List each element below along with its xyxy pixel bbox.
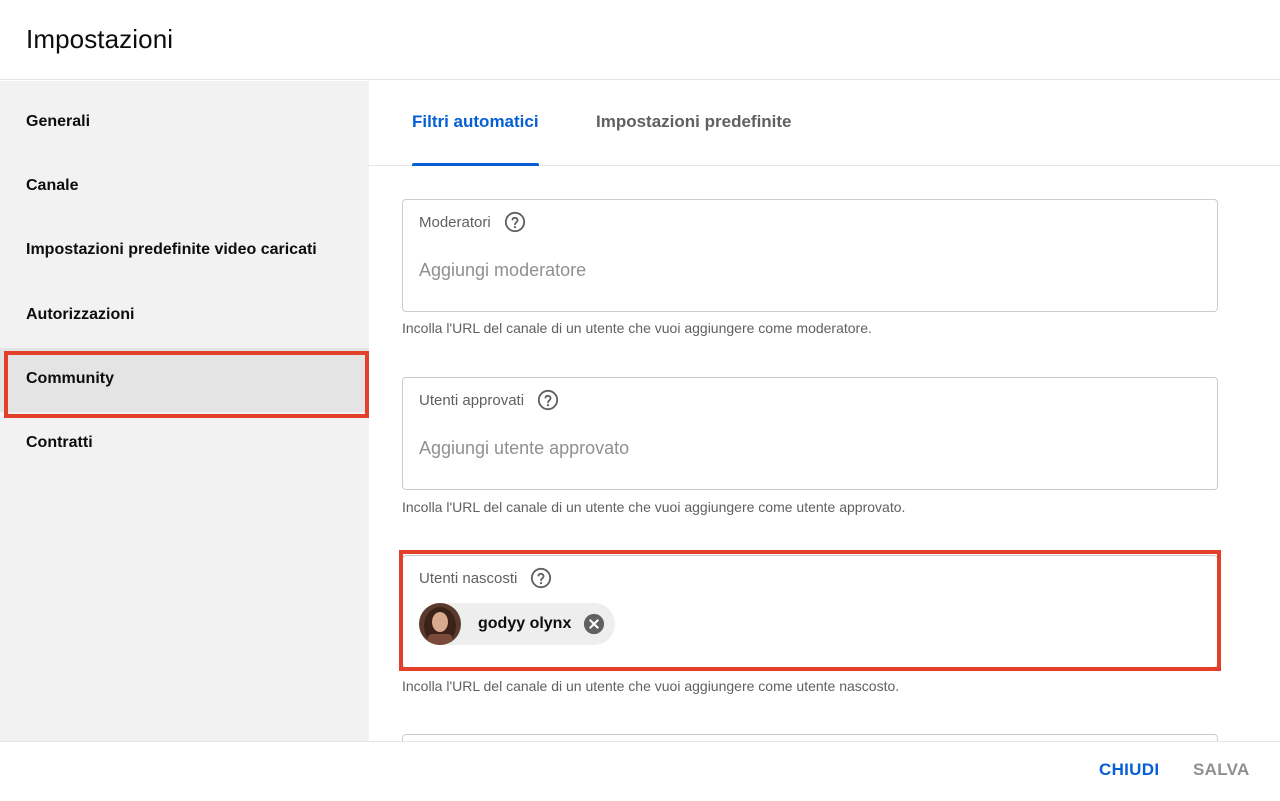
dialog-footer: CHIUDI SALVA — [0, 741, 1280, 801]
field-label: Moderatori — [419, 211, 526, 233]
approved-users-field: Utenti approvati — [402, 377, 1218, 490]
sidebar-item-autorizzazioni[interactable]: Autorizzazioni — [0, 284, 369, 348]
sidebar-item-label: Autorizzazioni — [26, 306, 135, 323]
settings-content: Filtri automatici Impostazioni predefini… — [369, 81, 1280, 741]
moderators-input[interactable] — [419, 256, 1179, 284]
tab-label: Filtri automatici — [412, 111, 539, 131]
help-icon[interactable] — [537, 389, 559, 411]
moderators-hint: Incolla l'URL del canale di un utente ch… — [402, 320, 872, 336]
chip-label: godyy olynx — [478, 615, 572, 632]
close-button[interactable]: CHIUDI — [1099, 760, 1159, 780]
moderators-field: Moderatori — [402, 199, 1218, 312]
next-field-partial — [402, 734, 1218, 741]
settings-sidebar: Generali Canale Impostazioni predefinite… — [0, 81, 369, 741]
field-label: Utenti approvati — [419, 389, 559, 411]
hidden-user-chip: godyy olynx — [419, 603, 616, 645]
hidden-users-label: Utenti nascosti — [419, 569, 518, 587]
page-title: Impostazioni — [26, 24, 174, 54]
user-avatar — [419, 603, 461, 645]
approved-users-input[interactable] — [419, 434, 1179, 462]
save-button[interactable]: SALVA — [1193, 760, 1250, 780]
approved-users-hint: Incolla l'URL del canale di un utente ch… — [402, 499, 906, 515]
sidebar-item-label: Canale — [26, 177, 79, 194]
moderators-label: Moderatori — [419, 213, 491, 231]
sidebar-item-label: Impostazioni predefinite video caricati — [26, 241, 317, 258]
tab-defaults[interactable]: Impostazioni predefinite — [596, 81, 792, 166]
approved-users-label: Utenti approvati — [419, 391, 525, 409]
hidden-users-hint: Incolla l'URL del canale di un utente ch… — [402, 678, 900, 694]
sidebar-item-contratti[interactable]: Contratti — [0, 412, 369, 476]
sidebar-item-label: Generali — [26, 113, 91, 130]
sidebar-item-label: Contratti — [26, 434, 93, 451]
hidden-users-field[interactable]: Utenti nascosti godyy olynx — [402, 555, 1218, 668]
sidebar-item-upload-defaults[interactable]: Impostazioni predefinite video caricati — [0, 219, 369, 283]
help-icon[interactable] — [530, 567, 552, 589]
close-circle-icon[interactable] — [583, 613, 605, 635]
sidebar-item-canale[interactable]: Canale — [0, 155, 369, 219]
sidebar-item-community[interactable]: Community — [0, 348, 369, 412]
dialog-header: Impostazioni — [0, 0, 1280, 80]
sidebar-item-label: Community — [26, 370, 114, 387]
sidebar-item-generali[interactable]: Generali — [0, 91, 369, 155]
help-icon[interactable] — [504, 211, 526, 233]
tab-automatic-filters[interactable]: Filtri automatici — [412, 81, 539, 166]
tab-label: Impostazioni predefinite — [596, 111, 792, 131]
tab-bar: Filtri automatici Impostazioni predefini… — [369, 81, 1280, 166]
field-label: Utenti nascosti — [419, 567, 552, 589]
